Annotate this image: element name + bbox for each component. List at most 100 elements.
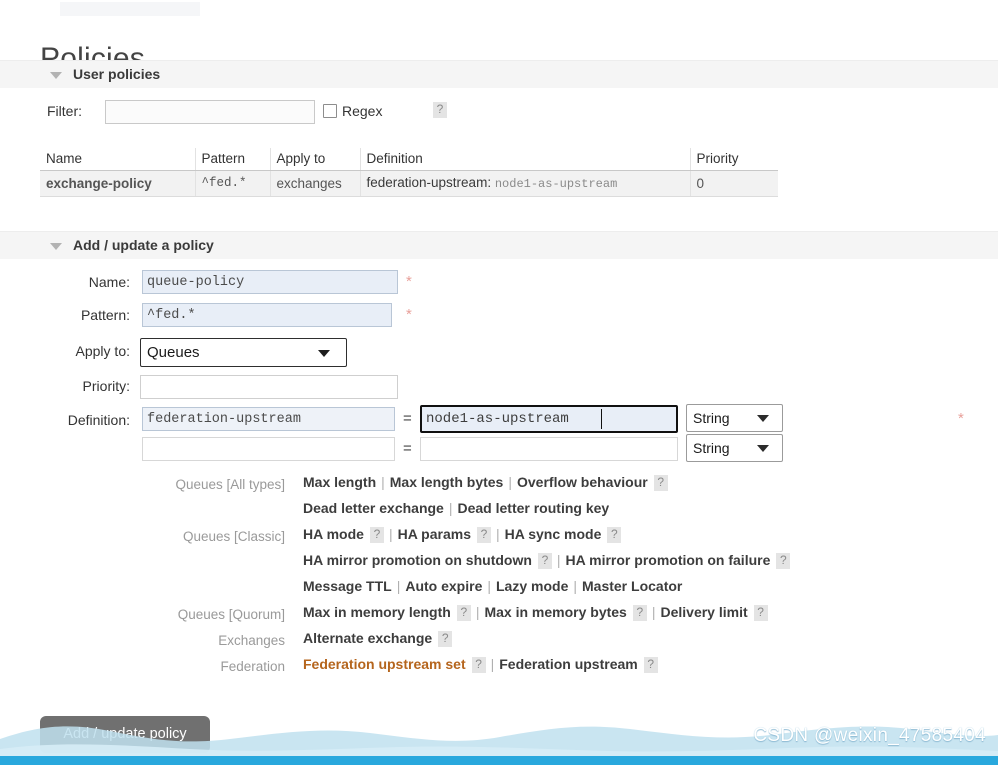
definition-value-input-1[interactable] [420, 405, 678, 433]
section-header-add-policy[interactable]: Add / update a policy [0, 231, 998, 259]
definition-shortcut-link[interactable]: Message TTL [303, 578, 392, 594]
apply-to-select[interactable]: Queues [140, 338, 347, 367]
caret-down-icon[interactable] [50, 242, 62, 250]
table-header-row: Name Pattern Apply to Definition Priorit… [40, 148, 778, 171]
form-row-apply-to: Apply to: Queues [0, 336, 998, 373]
filter-label: Filter: [47, 103, 82, 119]
definition-shortcut-link[interactable]: Max length bytes [390, 474, 504, 490]
definition-shortcut-link[interactable]: Lazy mode [496, 578, 568, 594]
section-header-user-policies[interactable]: User policies [0, 60, 998, 88]
pattern-input[interactable] [142, 303, 392, 327]
definition-value-input-2[interactable] [420, 437, 678, 461]
column-header-priority[interactable]: Priority [690, 148, 778, 171]
equals-sign-2: = [403, 440, 412, 457]
label-name: Name: [88, 274, 130, 290]
link-group-line: HA mirror promotion on shutdown? | HA mirr… [303, 552, 791, 569]
help-icon[interactable]: ? [753, 605, 768, 621]
definition-shortcut-link[interactable]: HA sync mode [505, 526, 602, 542]
page-top-artifact [60, 2, 200, 16]
link-group-line: Max in memory length? | Max in memory byte… [303, 604, 768, 621]
link-separator: | [388, 526, 393, 542]
definition-shortcut-link[interactable]: Auto expire [405, 578, 482, 594]
help-icon[interactable]: ? [632, 605, 647, 621]
help-icon[interactable]: ? [476, 527, 491, 543]
form-row-definition: Definition: = String * [0, 404, 998, 436]
column-header-pattern[interactable]: Pattern [195, 148, 271, 171]
definition-shortcut-link[interactable]: HA params [398, 526, 471, 542]
cell-policy-definition: federation-upstream: node1-as-upstream [360, 170, 691, 197]
name-input[interactable] [142, 270, 398, 294]
definition-shortcut-link[interactable]: Delivery limit [660, 604, 747, 620]
section-label-user-policies: User policies [73, 65, 161, 82]
cell-policy-priority: 0 [690, 170, 778, 197]
required-marker-name: * [406, 273, 412, 290]
help-icon[interactable]: ? [438, 631, 453, 647]
help-icon[interactable]: ? [456, 605, 471, 621]
definition-shortcut-link[interactable]: HA mirror promotion on shutdown [303, 552, 532, 568]
link-group: Queues [Quorum] Max in memory length? | Max… [0, 604, 998, 630]
footer-accent-bar [0, 756, 998, 765]
label-definition: Definition: [67, 412, 130, 428]
cell-policy-name[interactable]: exchange-policy [40, 170, 196, 197]
column-header-name[interactable]: Name [40, 148, 196, 171]
definition-shortcut-link[interactable]: Overflow behaviour [517, 474, 648, 490]
link-group-line: Dead letter exchange | Dead letter routing… [303, 500, 609, 516]
regex-label: Regex [342, 103, 383, 119]
help-icon[interactable]: ? [643, 657, 658, 673]
link-separator: | [381, 474, 385, 490]
form-row-name: Name: * [0, 270, 998, 303]
policies-page: Policies User policies Filter: Regex ? N… [0, 0, 998, 765]
definition-shortcut-link[interactable]: HA mirror promotion on failure [566, 552, 771, 568]
definition-shortcut-link[interactable]: Federation upstream [499, 656, 637, 672]
link-separator: | [487, 578, 491, 594]
help-icon[interactable]: ? [607, 527, 622, 543]
link-group-label: Queues [All types] [175, 477, 285, 492]
link-separator: | [490, 656, 495, 672]
table-row[interactable]: exchange-policy ^fed.* exchanges federat… [40, 170, 778, 197]
link-group: Exchanges Alternate exchange? [0, 630, 998, 656]
regex-help-icon[interactable]: ? [433, 102, 447, 118]
column-header-definition[interactable]: Definition [360, 148, 691, 171]
definition-shortcut-link[interactable]: Max in memory bytes [484, 604, 626, 620]
definition-type-select-1[interactable]: String [686, 404, 783, 432]
link-group-line: Message TTL | Auto expire | Lazy mode | Master… [303, 578, 682, 594]
help-icon[interactable]: ? [369, 527, 384, 543]
definition-shortcut-link[interactable]: Max length [303, 474, 376, 490]
definition-shortcut-link[interactable]: Master Locator [582, 578, 682, 594]
caret-down-icon[interactable] [50, 71, 62, 79]
help-icon[interactable]: ? [471, 657, 486, 673]
help-icon[interactable]: ? [776, 553, 791, 569]
definition-key-input-2[interactable] [142, 437, 395, 461]
section-label-add-policy: Add / update a policy [73, 236, 214, 253]
definition-shortcut-link[interactable]: Dead letter exchange [303, 500, 444, 516]
link-group-label: Queues [Classic] [182, 529, 285, 544]
definition-type-select-2[interactable]: String [686, 434, 783, 462]
link-separator: | [651, 604, 656, 620]
column-header-apply-to[interactable]: Apply to [270, 148, 361, 171]
definition-shortcut-link[interactable]: HA mode [303, 526, 364, 542]
link-group: Federation Federation upstream set? | Feder… [0, 656, 998, 682]
definition-shortcut-link[interactable]: Alternate exchange [303, 630, 432, 646]
form-row-pattern: Pattern: * [0, 303, 998, 336]
required-marker-definition: * [958, 410, 964, 427]
link-group-line: Alternate exchange? [303, 630, 453, 647]
text-cursor [601, 409, 602, 429]
priority-input[interactable] [140, 375, 398, 399]
help-icon[interactable]: ? [537, 553, 552, 569]
definition-key: federation-upstream: [366, 175, 492, 190]
definition-shortcut-link[interactable]: Dead letter routing key [457, 500, 609, 516]
link-separator: | [448, 500, 453, 516]
definition-shortcut-link[interactable]: Federation upstream set [303, 656, 466, 672]
add-update-policy-button[interactable]: Add / update policy [40, 716, 210, 753]
watermark-text: CSDN @weixin_47585404 [753, 725, 986, 746]
definition-shortcut-link[interactable]: Max in memory length [303, 604, 451, 620]
cell-policy-pattern: ^fed.* [195, 170, 271, 197]
required-marker-pattern: * [406, 306, 412, 323]
label-apply-to: Apply to: [75, 343, 130, 359]
regex-checkbox[interactable] [323, 104, 337, 118]
link-group-line: Max length | Max length bytes | Overflow beh… [303, 474, 668, 491]
link-group-label: Queues [Quorum] [177, 607, 285, 622]
definition-key-input-1[interactable] [142, 407, 395, 431]
filter-input[interactable] [105, 100, 315, 124]
help-icon[interactable]: ? [653, 475, 668, 491]
